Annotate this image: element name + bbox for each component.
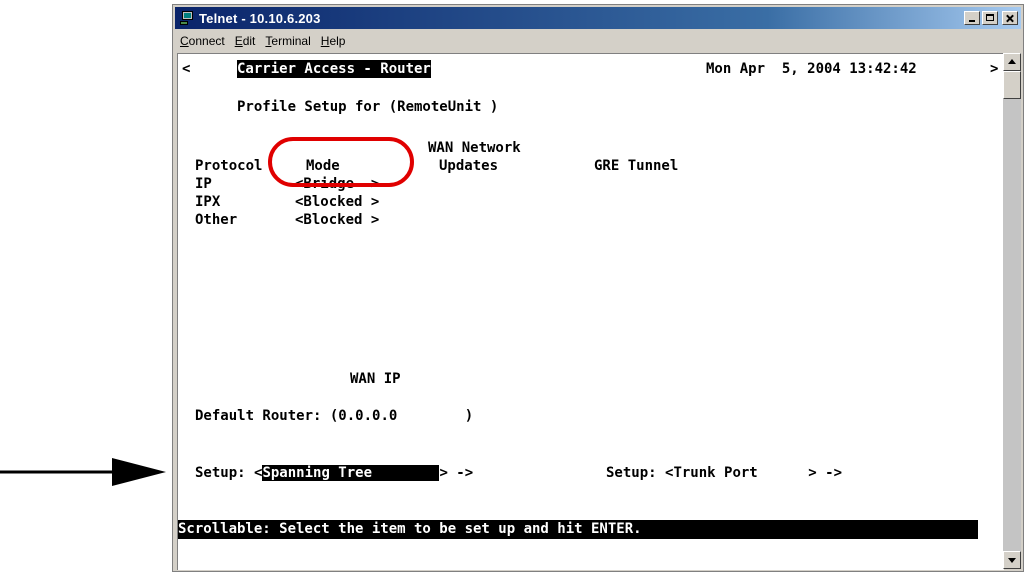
mode-ipx-field[interactable]: <Blocked > <box>295 193 379 211</box>
menu-connect[interactable]: Connect <box>175 34 230 48</box>
menu-help[interactable]: Help <box>316 34 351 48</box>
menu-bar: Connect Edit Terminal Help <box>175 31 1021 51</box>
scrollbar-thumb[interactable] <box>1003 71 1021 99</box>
telnet-app-icon[interactable] <box>180 11 194 25</box>
title-bar[interactable]: Telnet - 10.10.6.203 <box>175 7 1021 29</box>
status-bar: Scrollable: Select the item to be set up… <box>178 520 978 539</box>
default-router-input[interactable]: 0.0.0.0 <box>338 408 397 424</box>
default-router-row: Default Router: (0.0.0.0 ) <box>195 408 474 424</box>
terminal-screen[interactable]: < Carrier Access - Router Mon Apr 5, 200… <box>177 53 1004 570</box>
updates-header: Updates <box>439 158 499 174</box>
vertical-scrollbar[interactable] <box>1003 53 1021 569</box>
close-button[interactable] <box>1002 11 1018 25</box>
minimize-button[interactable] <box>964 11 980 25</box>
profile-title: Profile Setup for (RemoteUnit ) <box>237 99 499 115</box>
setup-spanning-tree-field[interactable]: Spanning Tree <box>262 465 440 481</box>
setup-trunk-port-row: Setup: <Trunk Port > -> <box>606 465 843 481</box>
app-name-label: Carrier Access - Router <box>237 60 431 78</box>
wan-network-header: WAN Network <box>428 140 521 156</box>
setup-spanning-tree-row: Setup: <Spanning Tree > -> <box>195 465 474 481</box>
menu-terminal[interactable]: Terminal <box>260 34 315 48</box>
default-router-label: Default Router: ( <box>195 408 339 424</box>
scroll-up-button[interactable] <box>1003 53 1021 71</box>
scroll-left-indicator: < <box>182 61 191 77</box>
gre-tunnel-header: GRE Tunnel <box>594 158 679 174</box>
highlight-circle <box>268 137 414 187</box>
telnet-window: Telnet - 10.10.6.203 Connect Edit Termin… <box>172 4 1024 572</box>
protocol-other-label: Other <box>195 212 238 228</box>
datetime-label: Mon Apr 5, 2004 13:42:42 <box>706 61 917 77</box>
scroll-right-indicator: > <box>990 61 999 77</box>
right-arrow-icon <box>0 458 166 486</box>
mode-other-field[interactable]: <Blocked > <box>295 211 379 229</box>
maximize-button[interactable] <box>982 11 998 25</box>
protocol-ipx-label: IPX <box>195 194 221 210</box>
scroll-down-button[interactable] <box>1003 551 1021 569</box>
protocol-header: Protocol <box>195 158 263 174</box>
wan-ip-heading: WAN IP <box>350 371 401 387</box>
protocol-ip-label: IP <box>195 176 212 192</box>
menu-edit[interactable]: Edit <box>230 34 261 48</box>
setup-trunk-port-field[interactable]: Trunk Port <box>673 465 808 481</box>
window-title: Telnet - 10.10.6.203 <box>199 10 321 26</box>
